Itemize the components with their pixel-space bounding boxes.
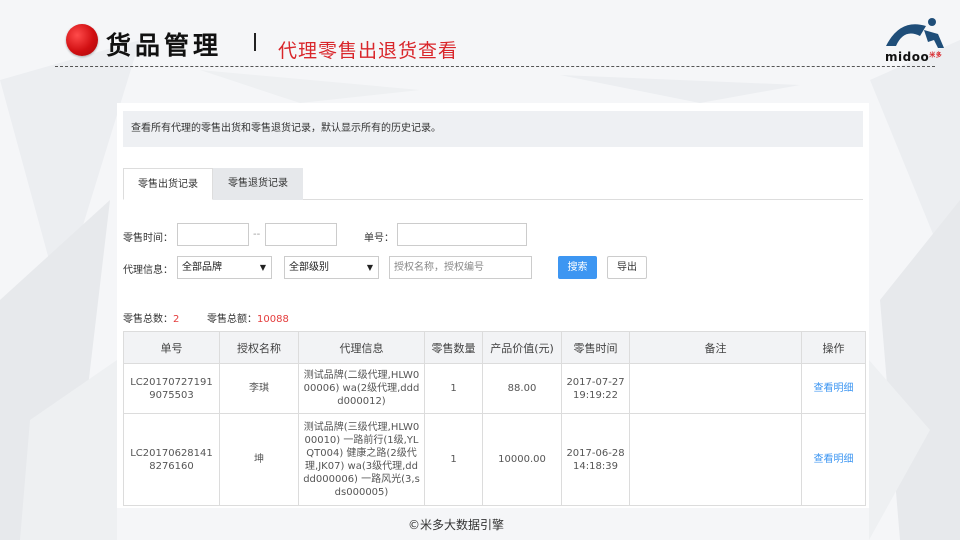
retail-amount-value: 10088 xyxy=(257,314,289,325)
cell-remark xyxy=(629,413,802,506)
search-button[interactable]: 搜索 xyxy=(558,256,597,279)
info-notice: 查看所有代理的零售出货和零售退货记录，默认显示所有的历史记录。 xyxy=(123,111,863,147)
time-range-separator: -- xyxy=(253,229,261,240)
brand-select[interactable]: 全部品牌 ▼ xyxy=(177,256,272,279)
order-no-input[interactable] xyxy=(397,223,527,246)
retail-count-label: 零售总数： xyxy=(123,314,173,325)
cell-auth-name: 李琪 xyxy=(219,363,299,414)
cell-agent-info: 测试品牌(三级代理,HLW000010) 一路前行(1级,YLQT004) 健康… xyxy=(298,413,425,506)
auth-search-input[interactable]: 授权名称，授权编号 xyxy=(389,256,532,279)
cell-remark xyxy=(629,363,802,414)
header-divider xyxy=(55,66,935,67)
export-button[interactable]: 导出 xyxy=(607,256,647,279)
logo-text: midoo米多 xyxy=(885,50,942,64)
title-separator xyxy=(254,33,256,51)
logo-brand-cn: 米多 xyxy=(929,52,943,59)
cell-order-no: LC201707271919075503 xyxy=(123,363,220,414)
retail-count-value: 2 xyxy=(173,314,180,325)
brand-select-value: 全部品牌 xyxy=(182,262,222,273)
cell-value: 88.00 xyxy=(482,363,562,414)
start-time-input[interactable] xyxy=(177,223,249,246)
cell-qty: 1 xyxy=(424,363,483,414)
cell-auth-name: 坤 xyxy=(219,413,299,506)
col-action: 操作 xyxy=(801,331,866,364)
cell-agent-info: 测试品牌(二级代理,HLW000006) wa(2级代理,dddd000012) xyxy=(298,363,425,414)
title-bullet-icon xyxy=(66,24,98,56)
level-select[interactable]: 全部级别 ▼ xyxy=(284,256,379,279)
retail-count: 零售总数：2 xyxy=(123,310,179,325)
dropdown-arrow-icon: ▼ xyxy=(259,263,266,272)
col-order-no: 单号 xyxy=(123,331,220,364)
col-remark: 备注 xyxy=(629,331,802,364)
col-auth-name: 授权名称 xyxy=(219,331,299,364)
time-label: 零售时间： xyxy=(123,233,173,244)
main-panel: 查看所有代理的零售出货和零售退货记录，默认显示所有的历史记录。 零售出货记录 零… xyxy=(117,103,869,508)
level-select-value: 全部级别 xyxy=(289,262,329,273)
view-detail-link[interactable]: 查看明细 xyxy=(801,363,866,414)
col-value: 产品价值(元) xyxy=(482,331,562,364)
table-header-row: 单号 授权名称 代理信息 零售数量 产品价值(元) 零售时间 备注 操作 xyxy=(123,331,866,364)
order-no-label: 单号： xyxy=(364,233,394,244)
tab-retail-return[interactable]: 零售退货记录 xyxy=(213,168,303,200)
view-detail-link[interactable]: 查看明细 xyxy=(801,413,866,506)
cell-time: 2017-07-27 19:19:22 xyxy=(561,363,630,414)
footer-copyright: ©米多大数据引擎 xyxy=(408,518,505,532)
retail-records-table: 单号 授权名称 代理信息 零售数量 产品价值(元) 零售时间 备注 操作 LC2… xyxy=(123,331,866,506)
cell-order-no: LC201706281418276160 xyxy=(123,413,220,506)
page-title: 货品管理 xyxy=(106,31,223,60)
logo-brand: midoo xyxy=(885,50,930,64)
col-agent-info: 代理信息 xyxy=(298,331,425,364)
retail-amount: 零售总额：10088 xyxy=(207,310,289,325)
page-subtitle: 代理零售出退货查看 xyxy=(278,40,459,62)
agent-info-label: 代理信息： xyxy=(123,265,173,276)
tab-bar: 零售出货记录 零售退货记录 xyxy=(123,168,863,200)
cell-value: 10000.00 xyxy=(482,413,562,506)
end-time-input[interactable] xyxy=(265,223,337,246)
table-row: LC201706281418276160 坤 测试品牌(三级代理,HLW0000… xyxy=(123,413,866,506)
cell-qty: 1 xyxy=(424,413,483,506)
col-qty: 零售数量 xyxy=(424,331,483,364)
dropdown-arrow-icon: ▼ xyxy=(366,263,373,272)
col-time: 零售时间 xyxy=(561,331,630,364)
tab-retail-out[interactable]: 零售出货记录 xyxy=(123,168,213,200)
table-row: LC201707271919075503 李琪 测试品牌(二级代理,HLW000… xyxy=(123,363,866,414)
cell-time: 2017-06-28 14:18:39 xyxy=(561,413,630,506)
page-header: 货品管理 代理零售出退货查看 midoo米多 xyxy=(0,0,960,72)
retail-amount-label: 零售总额： xyxy=(207,314,257,325)
